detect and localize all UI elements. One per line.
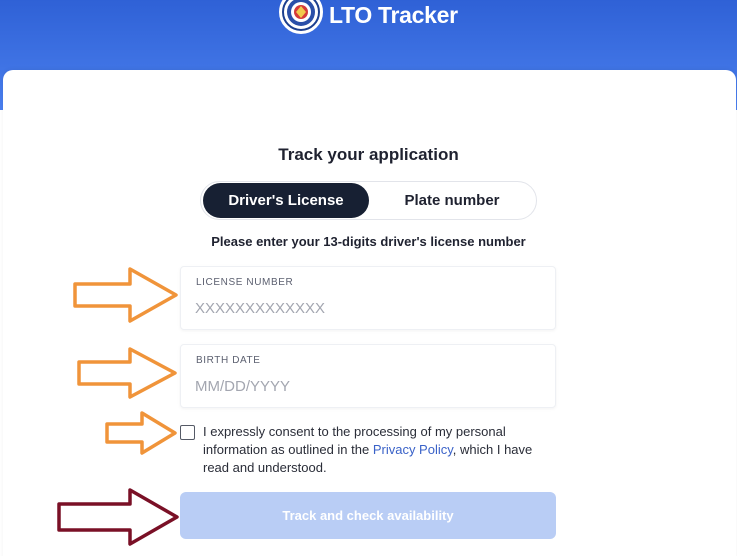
birth-date-label: BIRTH DATE [196,355,261,366]
brand-name: LTO Tracker [329,1,458,28]
track-button[interactable]: Track and check availability [180,492,556,539]
arrow-right-outline-icon [105,411,177,455]
consent-checkbox[interactable] [180,425,195,440]
arrow-right-outline-icon [57,488,179,546]
license-number-field: LICENSE NUMBER [180,266,556,330]
tab-drivers-license[interactable]: Driver's License [203,183,369,218]
arrow-right-outline-icon [73,267,178,323]
arrow-right-outline-icon [77,347,177,399]
instruction-text: Please enter your 13-digits driver's lic… [211,234,526,249]
brand[interactable]: LTO Tracker [279,0,458,36]
license-number-input[interactable] [195,295,535,321]
birth-date-input[interactable] [195,373,535,399]
consent-row: I expressly consent to the processing of… [180,423,560,478]
tab-plate-number[interactable]: Plate number [369,183,535,218]
tab-switcher: Driver's License Plate number [200,181,537,220]
privacy-policy-link[interactable]: Privacy Policy [373,442,453,457]
birth-date-field: BIRTH DATE [180,344,556,408]
consent-text: I expressly consent to the processing of… [203,423,560,478]
lto-seal-icon [279,0,323,34]
page-title: Track your application [278,145,459,164]
license-number-label: LICENSE NUMBER [196,277,294,288]
